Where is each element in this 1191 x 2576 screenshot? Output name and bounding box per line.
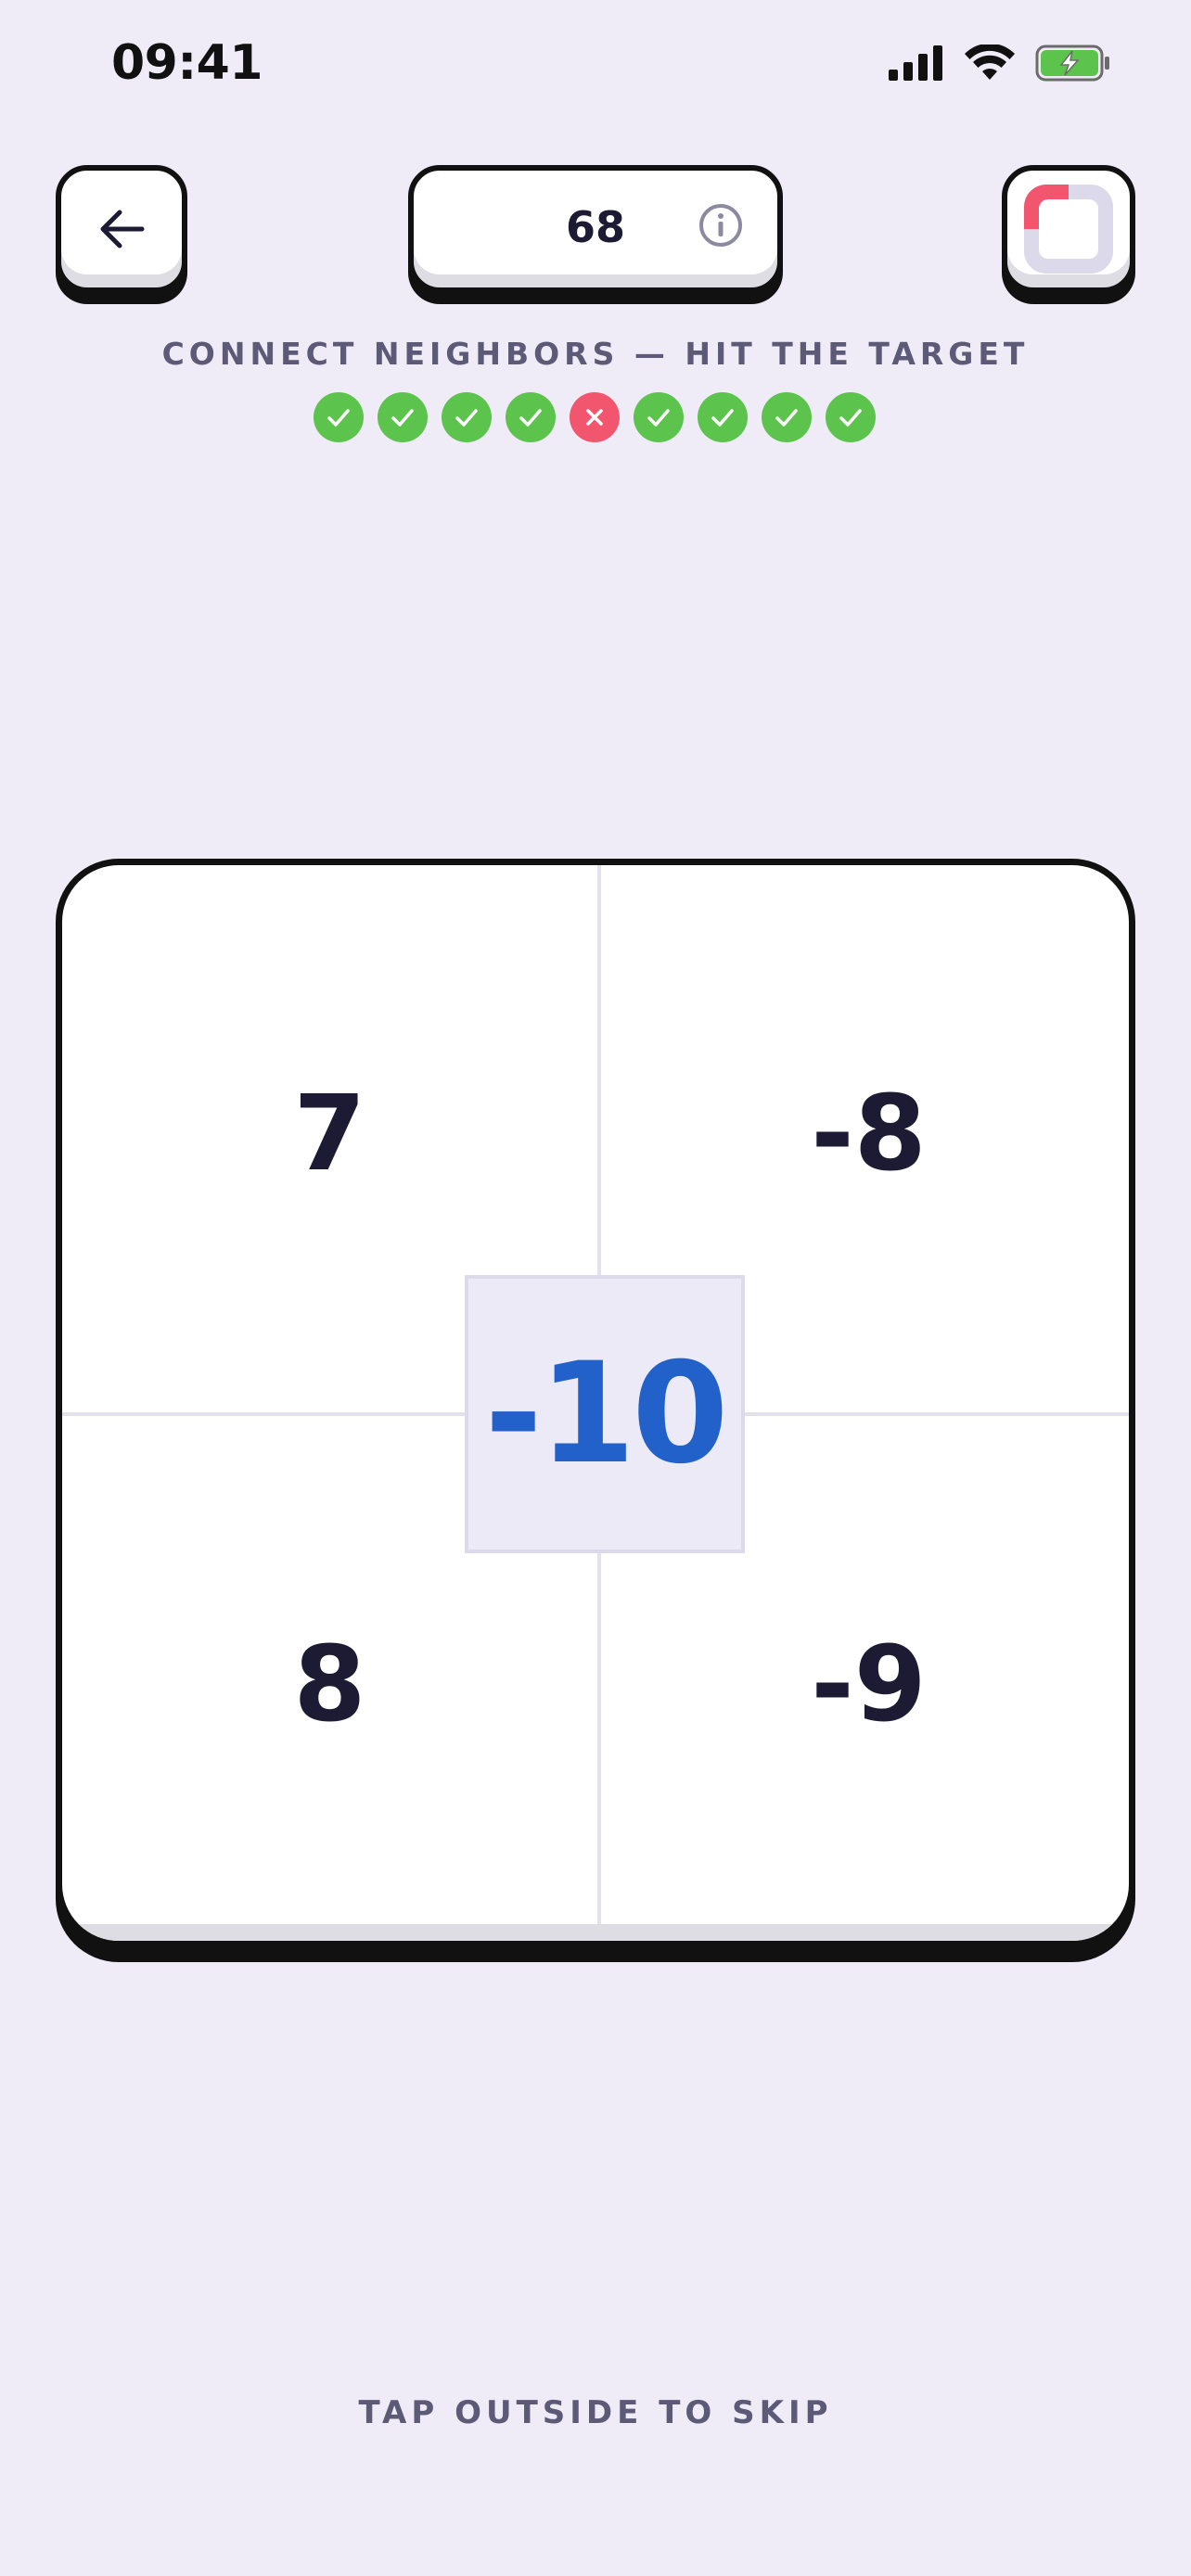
puzzle-board: 7 -8 8 -9 -10 (56, 859, 1135, 1947)
status-icons (889, 45, 1111, 82)
status-bar: 09:41 (0, 0, 1191, 139)
status-time: 09:41 (111, 35, 263, 91)
cellular-signal-icon (889, 45, 942, 81)
instruction-text: CONNECT NEIGHBORS — HIT THE TARGET (161, 336, 1030, 372)
battery-charging-icon (1035, 45, 1109, 82)
skip-hint: TAP OUTSIDE TO SKIP (358, 2394, 833, 2431)
result-dot-correct (698, 392, 748, 442)
cross-icon (586, 409, 603, 426)
result-dot-correct (826, 392, 876, 442)
check-icon (391, 409, 414, 427)
board-bottom-shade (62, 1924, 1129, 1941)
wifi-icon (965, 45, 1015, 80)
check-icon (455, 409, 478, 427)
info-icon[interactable] (698, 202, 744, 249)
result-dot-correct (378, 392, 428, 442)
round-progress-icon (1024, 185, 1113, 274)
result-dot-correct (506, 392, 556, 442)
check-icon (647, 409, 670, 427)
result-dot-correct (314, 392, 364, 442)
back-button[interactable] (56, 165, 187, 293)
check-icon (711, 409, 734, 427)
result-dot-correct (762, 392, 812, 442)
result-dot-wrong (570, 392, 620, 442)
check-icon (775, 409, 798, 427)
score-pill[interactable]: 68 (408, 165, 783, 293)
check-icon (327, 409, 350, 427)
round-results (314, 392, 876, 442)
arrow-left-icon (100, 210, 145, 249)
target-number-tile: -10 (465, 1275, 745, 1553)
progress-button[interactable] (1002, 165, 1135, 293)
check-icon (519, 409, 542, 427)
result-dot-correct (634, 392, 684, 442)
check-icon (839, 409, 862, 427)
result-dot-correct (442, 392, 492, 442)
